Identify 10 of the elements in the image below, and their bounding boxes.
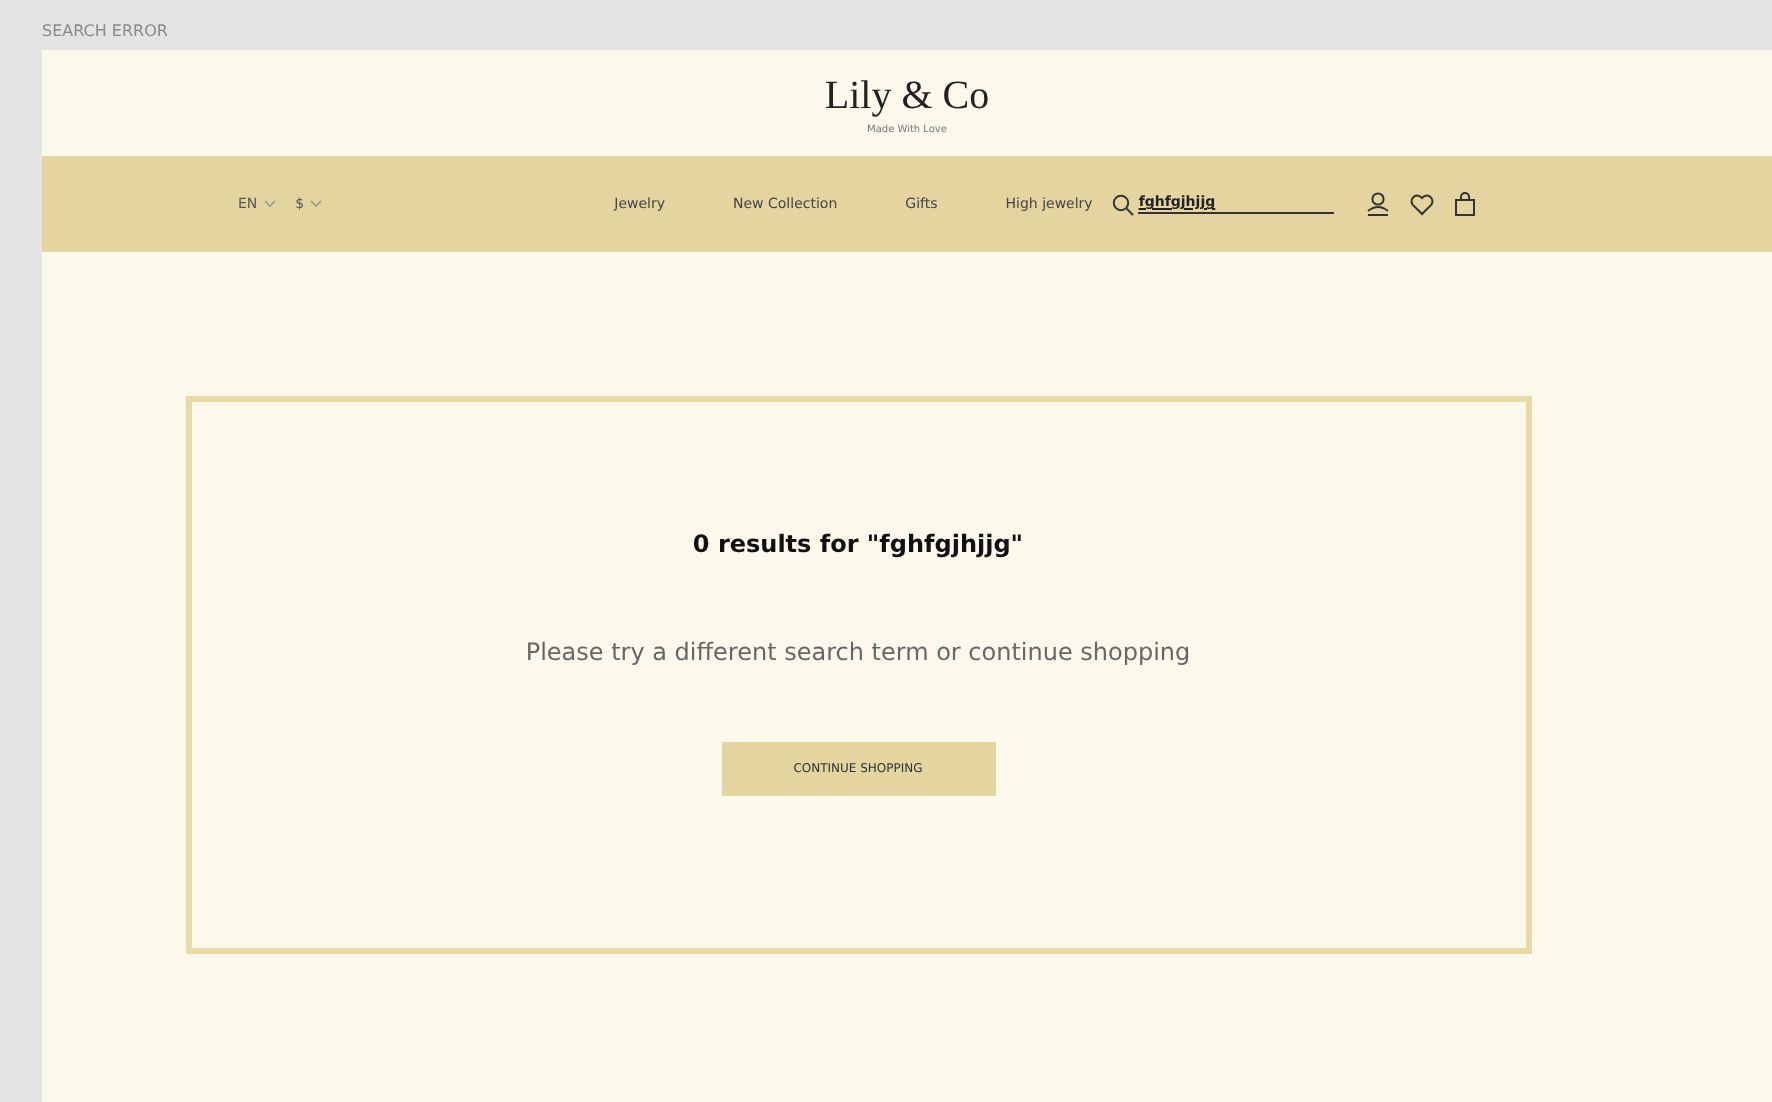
results-heading: 0 results for "fghfgjhjjg" <box>692 530 1024 558</box>
chevron-down-icon <box>263 200 276 208</box>
brand-name: Lily & Co <box>824 71 990 119</box>
results-message: Please try a different search term or continue shopping <box>525 638 1191 666</box>
search-icon[interactable] <box>1112 193 1135 215</box>
frame-label: SEARCH ERROR <box>40 20 170 44</box>
chevron-down-icon <box>310 200 323 208</box>
shopping-bag-icon[interactable] <box>1454 192 1477 216</box>
user-icon[interactable] <box>1366 192 1391 216</box>
heart-icon[interactable] <box>1410 193 1435 215</box>
